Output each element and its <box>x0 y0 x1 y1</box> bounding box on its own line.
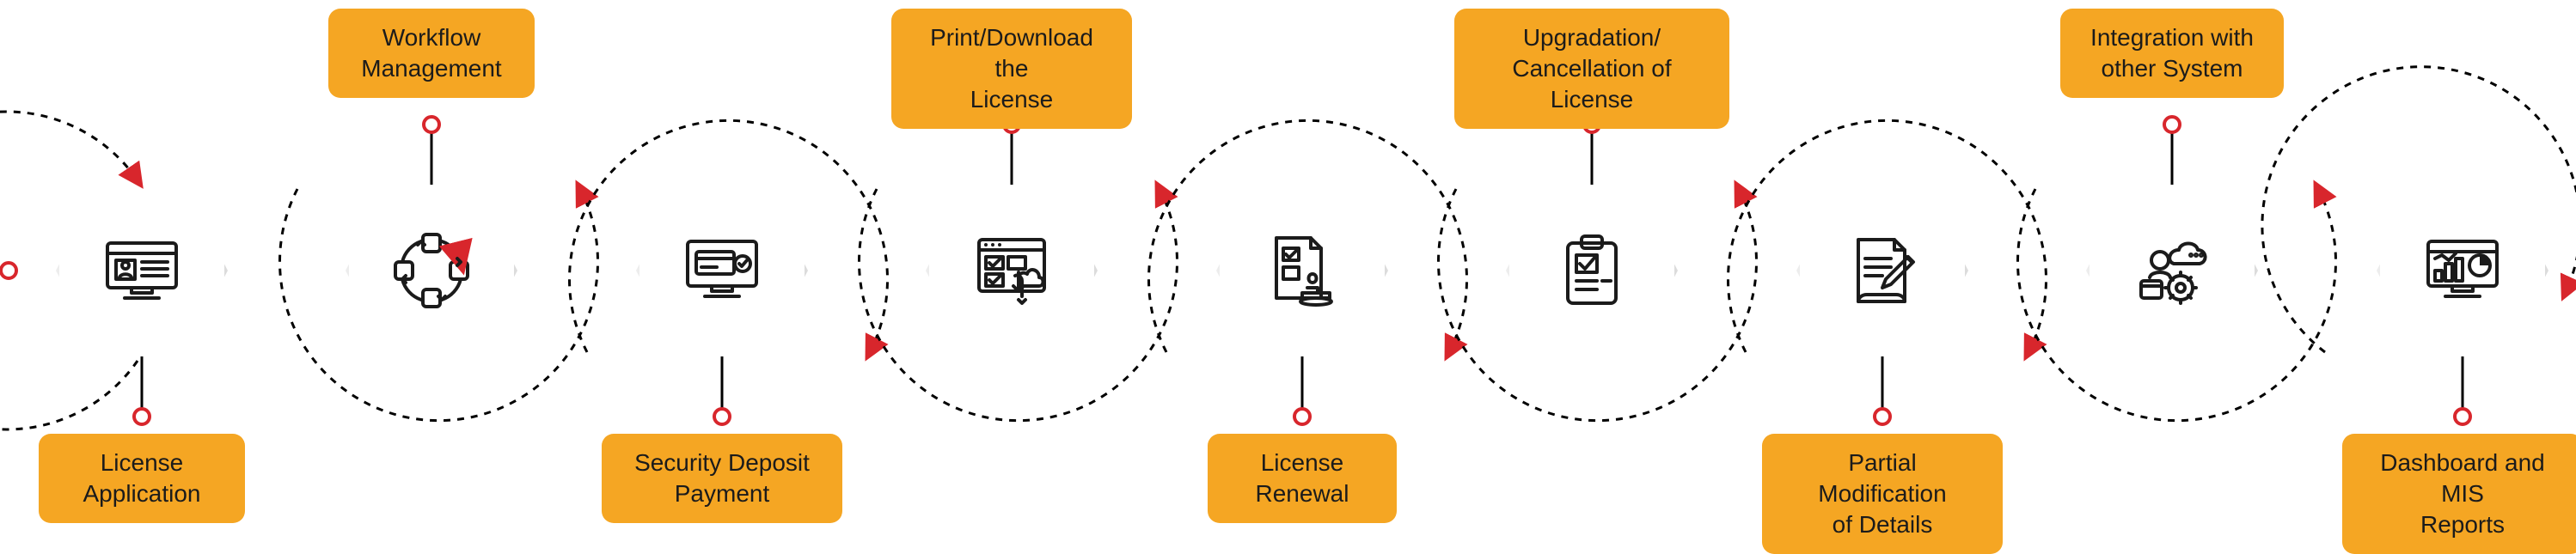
step-label: Workflow Management <box>328 9 535 98</box>
step-label-text: Security Deposit Payment <box>634 447 810 509</box>
edit-document-pencil-icon <box>1835 223 1930 318</box>
step-label: Partial Modification of Details <box>1762 434 2003 554</box>
process-diagram: License Application Workflow Management … <box>0 0 2576 541</box>
step-label-text: Partial Modification of Details <box>1786 447 1979 540</box>
workflow-cycle-icon <box>384 223 479 318</box>
select-download-screen-icon <box>964 223 1059 318</box>
step-label-text: License Renewal <box>1256 447 1349 509</box>
step-label-text: Integration with other System <box>2090 22 2254 84</box>
step-node-workflow-management <box>346 185 517 356</box>
step-node-license-renewal <box>1216 185 1388 356</box>
step-label-text: Workflow Management <box>361 22 501 84</box>
step-label-text: License Application <box>83 447 201 509</box>
step-label: License Application <box>39 434 245 523</box>
step-label: Integration with other System <box>2060 9 2284 98</box>
online-payment-monitor-icon <box>675 223 769 318</box>
step-label: Upgradation/ Cancellation of License <box>1454 9 1729 129</box>
integration-cloud-gear-icon <box>2125 223 2219 318</box>
step-node-security-deposit-payment <box>636 185 808 356</box>
step-label: Dashboard and MIS Reports <box>2342 434 2576 554</box>
step-node-dashboard-mis-reports <box>2377 185 2548 356</box>
step-node-integration-other-system <box>2086 185 2258 356</box>
dashboard-analytics-monitor-icon <box>2415 223 2510 318</box>
step-label-text: Upgradation/ Cancellation of License <box>1478 22 1705 115</box>
clipboard-check-icon <box>1545 223 1639 318</box>
document-stamp-icon <box>1255 223 1349 318</box>
step-label: License Renewal <box>1208 434 1397 523</box>
application-form-monitor-icon <box>95 223 189 318</box>
step-node-license-application <box>56 185 228 356</box>
step-label: Print/Download the License <box>891 9 1132 129</box>
step-node-partial-modification <box>1796 185 1968 356</box>
step-label-text: Print/Download the License <box>915 22 1108 115</box>
step-label-text: Dashboard and MIS Reports <box>2366 447 2559 540</box>
step-node-print-download-license <box>926 185 1098 356</box>
step-label: Security Deposit Payment <box>602 434 842 523</box>
step-node-upgradation-cancellation <box>1506 185 1678 356</box>
